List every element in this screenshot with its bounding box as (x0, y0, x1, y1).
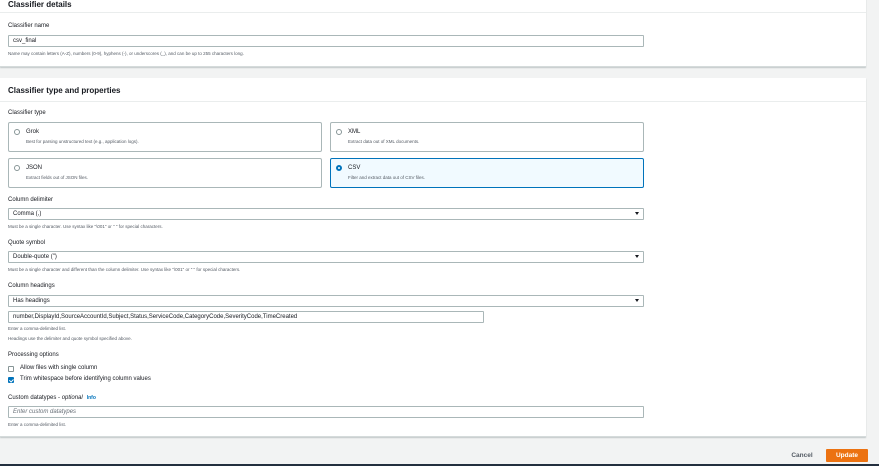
radio-json[interactable] (14, 165, 20, 171)
caret-down-icon (635, 299, 639, 302)
type-option-title: XML (348, 129, 361, 135)
quote-symbol-select[interactable]: Double-quote (") (8, 251, 644, 263)
type-option-desc: Extract fields out of JSON files. (26, 175, 89, 180)
type-option-xml[interactable]: XML Extract data out of XML documents. (330, 122, 644, 152)
info-link[interactable]: Info (87, 395, 96, 401)
type-option-desc: Filter and extract data out of CSV files… (348, 175, 426, 180)
type-option-desc: Best for parsing unstructured text (e.g.… (26, 139, 139, 144)
column-delimiter-label: Column delimiter (8, 197, 54, 203)
radio-grok[interactable] (14, 129, 20, 135)
optional-tag: optional (61, 395, 83, 401)
column-delimiter-value: Comma (,) (13, 211, 42, 217)
caret-down-icon (635, 212, 639, 215)
column-headings-hint-2: Headings use the delimiter and quote sym… (8, 336, 132, 341)
trim-whitespace-checkbox[interactable] (8, 377, 14, 383)
scrollbar-track[interactable] (868, 0, 879, 440)
type-option-grok[interactable]: Grok Best for parsing unstructured text … (8, 122, 322, 152)
custom-datatypes-title: Custom datatypes - (8, 395, 62, 401)
radio-xml[interactable] (336, 129, 342, 135)
type-option-desc: Extract data out of XML documents. (348, 139, 420, 144)
quote-symbol-value: Double-quote (") (13, 254, 57, 260)
trim-whitespace-label[interactable]: Trim whitespace before identifying colum… (20, 376, 151, 382)
column-headings-select[interactable]: Has headings (8, 295, 644, 307)
column-delimiter-select[interactable]: Comma (,) (8, 208, 644, 220)
radio-csv[interactable] (336, 165, 342, 171)
custom-datatypes-hint: Enter a comma-delimited list. (8, 422, 67, 427)
custom-datatypes-placeholder: Enter custom datatypes (13, 409, 77, 415)
type-option-title: JSON (26, 165, 43, 171)
caret-down-icon (635, 255, 639, 258)
allow-single-column-label[interactable]: Allow files with single column (20, 365, 97, 371)
column-headings-value: Has headings (13, 298, 50, 304)
classifier-details-panel: Classifier details Classifier name csv_f… (0, 0, 866, 67)
column-headings-input[interactable]: number,DisplayId,SourceAccountId,Subject… (8, 311, 484, 323)
classifier-type-label: Classifier type (8, 110, 46, 116)
panel-heading: Classifier details (8, 0, 72, 9)
custom-datatypes-input[interactable]: Enter custom datatypes (8, 406, 644, 418)
quote-symbol-label: Quote symbol (8, 240, 46, 246)
custom-datatypes-label: Custom datatypes - optional Info (8, 395, 96, 401)
panel-heading: Classifier type and properties (8, 86, 121, 95)
type-option-title: CSV (348, 165, 361, 171)
classifier-name-hint: Name may contain letters (A-Z), numbers … (8, 51, 244, 56)
type-option-title: Grok (26, 129, 40, 135)
allow-single-column-checkbox[interactable] (8, 366, 14, 372)
type-option-csv[interactable]: CSV Filter and extract data out of CSV f… (330, 158, 644, 188)
quote-symbol-hint: Must be a single character and different… (8, 267, 241, 272)
classifier-type-panel: Classifier type and properties Classifie… (0, 78, 866, 437)
column-headings-label: Column headings (8, 283, 55, 289)
column-headings-hint: Enter a comma-delimited list. (8, 326, 67, 331)
classifier-name-label: Classifier name (8, 23, 50, 29)
cancel-button[interactable]: Cancel (784, 449, 820, 462)
classifier-name-input[interactable]: csv_final (8, 35, 644, 47)
column-delimiter-hint: Must be a single character. Use syntax l… (8, 224, 163, 229)
processing-options-label: Processing options (8, 352, 59, 358)
type-option-json[interactable]: JSON Extract fields out of JSON files. (8, 158, 322, 188)
update-button[interactable]: Update (826, 449, 868, 462)
